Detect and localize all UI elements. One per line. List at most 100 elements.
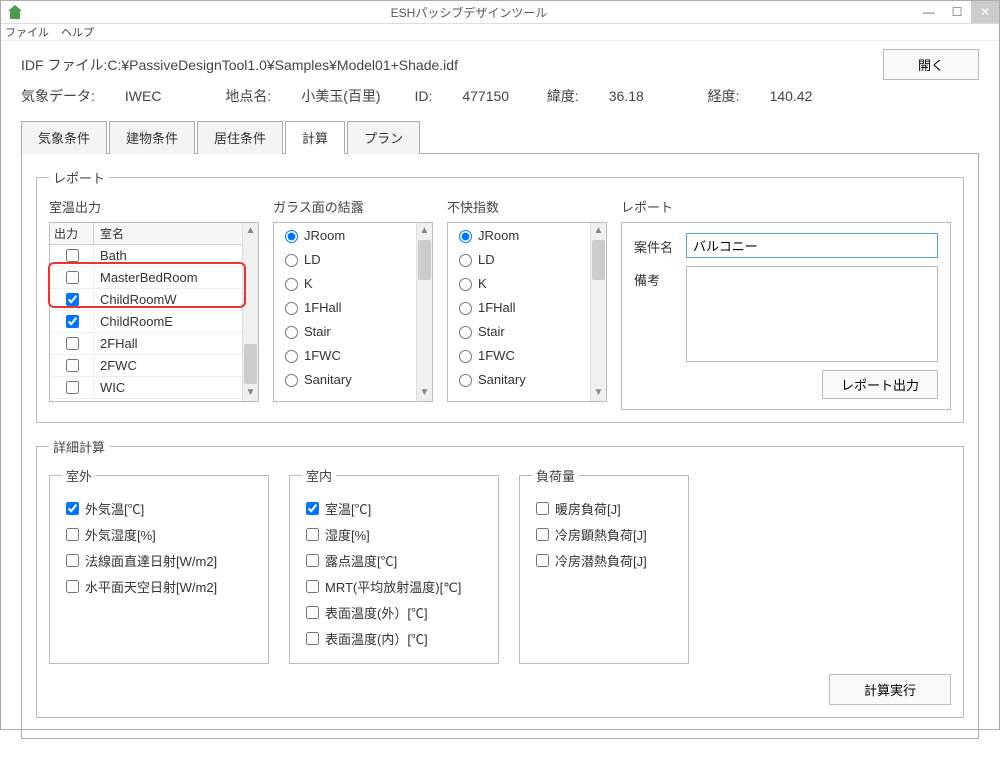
- report-fieldset: レポート 室温出力 出力 室名 BathMasterBedRoomChildRo…: [36, 168, 964, 423]
- indoor-legend: 室内: [302, 466, 336, 485]
- calc-execute-button[interactable]: 計算実行: [829, 674, 951, 705]
- menu-file[interactable]: ファイル: [5, 24, 49, 40]
- list-item[interactable]: 1FWC: [448, 343, 590, 367]
- radio-input[interactable]: [285, 254, 298, 267]
- check-label: 露点温度[℃]: [325, 551, 397, 570]
- radio-input[interactable]: [459, 230, 472, 243]
- radio-input[interactable]: [459, 326, 472, 339]
- menu-help[interactable]: ヘルプ: [61, 24, 94, 40]
- radio-input[interactable]: [459, 374, 472, 387]
- list-item[interactable]: JRoom: [448, 223, 590, 247]
- list-item-label: 1FHall: [478, 300, 516, 315]
- tab-1[interactable]: 建物条件: [109, 121, 195, 154]
- list-item[interactable]: K: [448, 271, 590, 295]
- tab-2[interactable]: 居住条件: [197, 121, 283, 154]
- condensation-scrollbar[interactable]: ▲ ▼: [416, 223, 432, 401]
- scroll-down-icon[interactable]: ▼: [417, 385, 432, 401]
- tab-3[interactable]: 計算: [285, 121, 345, 154]
- col-roomname-header: 室名: [94, 223, 242, 244]
- report-form-column: レポート 案件名 備考 レポート出力: [621, 197, 951, 410]
- scroll-thumb[interactable]: [244, 344, 257, 384]
- list-item-label: K: [304, 276, 313, 291]
- list-item[interactable]: 1FHall: [274, 295, 416, 319]
- check-input[interactable]: [66, 554, 79, 567]
- list-item[interactable]: K: [274, 271, 416, 295]
- report-output-button[interactable]: レポート出力: [822, 370, 938, 399]
- room-name-cell: MasterBedRoom: [94, 270, 242, 285]
- tab-4[interactable]: プラン: [347, 121, 420, 154]
- check-input[interactable]: [66, 528, 79, 541]
- check-row: 冷房顕熱負荷[J]: [532, 521, 676, 547]
- list-item[interactable]: Sanitary: [274, 367, 416, 391]
- scroll-thumb[interactable]: [418, 240, 431, 280]
- radio-input[interactable]: [285, 350, 298, 363]
- room-output-checkbox[interactable]: [66, 249, 79, 262]
- room-output-checkbox[interactable]: [66, 337, 79, 350]
- check-row: 露点温度[℃]: [302, 547, 486, 573]
- minimize-button[interactable]: —: [915, 1, 943, 23]
- list-item[interactable]: JRoom: [274, 223, 416, 247]
- meta-row: 気象データ:IWEC 地点名:小美玉(百里) ID:477150 緯度:36.1…: [21, 86, 979, 106]
- room-scrollbar[interactable]: ▲ ▼: [242, 223, 258, 401]
- scroll-thumb[interactable]: [592, 240, 605, 280]
- list-item[interactable]: 1FWC: [274, 343, 416, 367]
- list-item[interactable]: Sanitary: [448, 367, 590, 391]
- radio-input[interactable]: [459, 278, 472, 291]
- check-input[interactable]: [536, 502, 549, 515]
- room-output-checkbox[interactable]: [66, 315, 79, 328]
- discomfort-scrollbar[interactable]: ▲ ▼: [590, 223, 606, 401]
- room-output-checkbox[interactable]: [66, 381, 79, 394]
- list-item-label: LD: [304, 252, 321, 267]
- radio-input[interactable]: [285, 278, 298, 291]
- radio-input[interactable]: [285, 374, 298, 387]
- radio-input[interactable]: [459, 350, 472, 363]
- check-row: 冷房潜熱負荷[J]: [532, 547, 676, 573]
- scroll-up-icon[interactable]: ▲: [417, 223, 432, 239]
- check-input[interactable]: [66, 580, 79, 593]
- room-name-cell: Bath: [94, 248, 242, 263]
- check-label: 外気湿度[%]: [85, 525, 156, 544]
- note-label: 備考: [634, 266, 686, 289]
- list-item[interactable]: LD: [448, 247, 590, 271]
- check-input[interactable]: [306, 606, 319, 619]
- check-input[interactable]: [536, 554, 549, 567]
- room-output-checkbox[interactable]: [66, 271, 79, 284]
- check-input[interactable]: [306, 580, 319, 593]
- check-input[interactable]: [536, 528, 549, 541]
- scroll-down-icon[interactable]: ▼: [243, 385, 258, 401]
- note-textarea[interactable]: [686, 266, 938, 362]
- check-input[interactable]: [306, 632, 319, 645]
- radio-input[interactable]: [285, 230, 298, 243]
- check-row: 外気温[℃]: [62, 495, 256, 521]
- app-icon: [7, 4, 23, 20]
- case-name-input[interactable]: [686, 233, 938, 258]
- radio-input[interactable]: [285, 302, 298, 315]
- check-label: 水平面天空日射[W/m2]: [85, 577, 217, 596]
- list-item[interactable]: LD: [274, 247, 416, 271]
- list-item[interactable]: Stair: [274, 319, 416, 343]
- list-item[interactable]: 1FHall: [448, 295, 590, 319]
- weather-info: 気象データ:IWEC: [21, 88, 191, 104]
- load-fieldset: 負荷量 暖房負荷[J]冷房顕熱負荷[J]冷房潜熱負荷[J]: [519, 466, 689, 664]
- check-input[interactable]: [66, 502, 79, 515]
- check-input[interactable]: [306, 502, 319, 515]
- check-input[interactable]: [306, 528, 319, 541]
- scroll-up-icon[interactable]: ▲: [243, 223, 258, 239]
- room-temp-grid: 出力 室名 BathMasterBedRoomChildRoomWChildRo…: [49, 222, 259, 402]
- room-output-checkbox[interactable]: [66, 359, 79, 372]
- radio-input[interactable]: [285, 326, 298, 339]
- close-button[interactable]: ✕: [971, 1, 999, 23]
- check-input[interactable]: [306, 554, 319, 567]
- room-name-cell: ChildRoomE: [94, 314, 242, 329]
- room-output-checkbox[interactable]: [66, 293, 79, 306]
- scroll-up-icon[interactable]: ▲: [591, 223, 606, 239]
- tab-0[interactable]: 気象条件: [21, 121, 107, 154]
- scroll-down-icon[interactable]: ▼: [591, 385, 606, 401]
- maximize-button[interactable]: ☐: [943, 1, 971, 23]
- open-button[interactable]: 開く: [883, 49, 979, 80]
- check-label: 外気温[℃]: [85, 499, 144, 518]
- radio-input[interactable]: [459, 254, 472, 267]
- radio-input[interactable]: [459, 302, 472, 315]
- list-item[interactable]: Stair: [448, 319, 590, 343]
- room-row: 2FHall: [50, 333, 242, 355]
